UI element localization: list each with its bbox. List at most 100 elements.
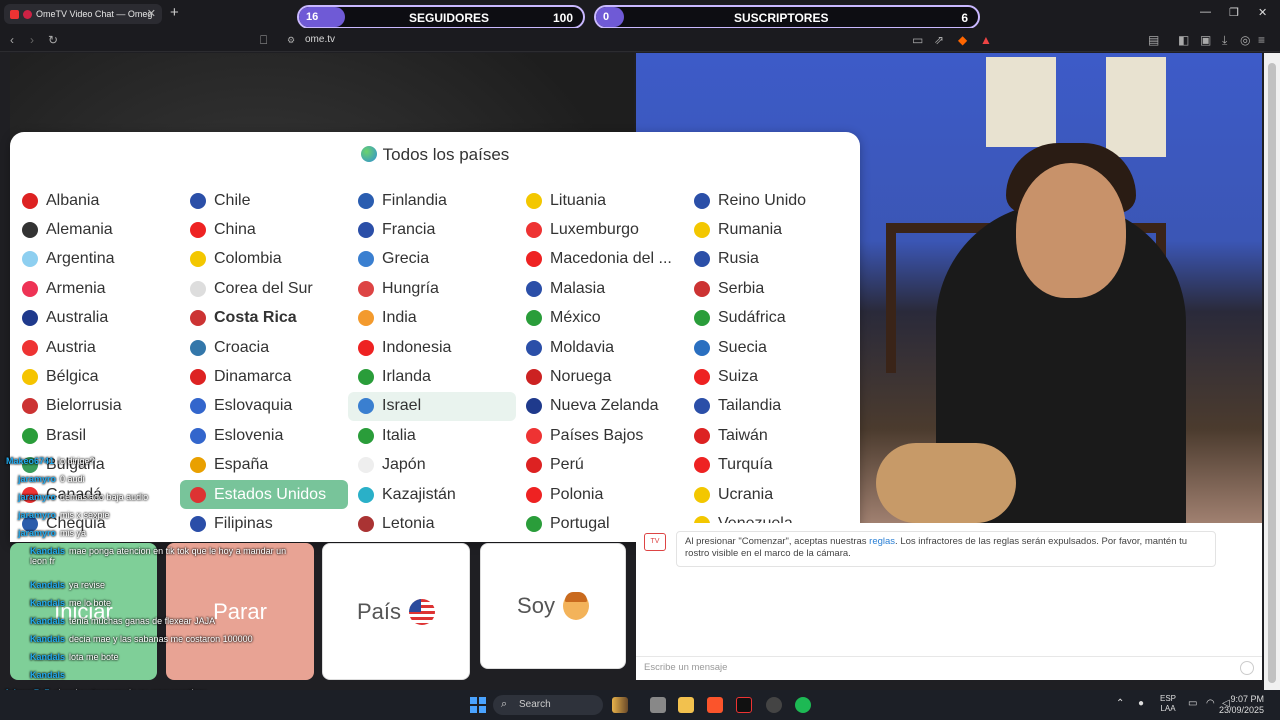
brave-shield-icon[interactable]: ◆ (958, 33, 967, 47)
reload-icon[interactable]: ↻ (48, 33, 58, 47)
country-option[interactable]: Nueva Zelanda (516, 392, 684, 421)
language-indicator[interactable]: ESP LAA (1160, 694, 1176, 714)
country-option[interactable]: Reino Unido (684, 186, 852, 215)
country-option[interactable]: Argentina (12, 245, 180, 274)
country-option[interactable]: Dinamarca (180, 362, 348, 391)
brave-browser-icon[interactable] (707, 697, 723, 713)
country-option[interactable]: Filipinas (180, 509, 348, 538)
country-option[interactable]: China (180, 215, 348, 244)
downloads-icon[interactable]: ⤓ (1222, 33, 1227, 48)
close-tab-icon[interactable]: ✕ (147, 7, 156, 20)
minimize-icon[interactable]: — (1200, 6, 1211, 18)
country-option[interactable]: Costa Rica (180, 304, 348, 333)
country-option[interactable]: Polonia (516, 480, 684, 509)
country-option[interactable]: Croacia (180, 333, 348, 362)
country-option[interactable]: Serbia (684, 274, 852, 303)
rules-link[interactable]: reglas (869, 536, 895, 547)
emoji-icon[interactable] (1240, 661, 1254, 675)
country-option[interactable]: Chile (180, 186, 348, 215)
country-option[interactable]: Indonesia (348, 333, 516, 362)
country-option[interactable]: Países Bajos (516, 421, 684, 450)
rewards-icon[interactable]: ▲ (980, 33, 992, 47)
spotify-icon[interactable] (795, 697, 811, 713)
country-option[interactable]: Francia (348, 215, 516, 244)
all-countries-option[interactable]: Todos los países (10, 145, 860, 165)
tray-chevron-icon[interactable]: ⌃ (1116, 698, 1124, 709)
country-option[interactable]: Suiza (684, 362, 852, 391)
country-option[interactable]: Austria (12, 333, 180, 362)
country-option[interactable]: Tailandia (684, 392, 852, 421)
site-info-icon[interactable]: ⚙ (287, 35, 295, 46)
widget-icon[interactable] (612, 697, 628, 713)
country-option[interactable]: Israel (348, 391, 516, 422)
country-option[interactable]: Irlanda (348, 362, 516, 391)
country-option[interactable]: Brasil (12, 421, 180, 450)
country-option[interactable]: Estados Unidos (180, 479, 348, 510)
country-option[interactable]: Colombia (180, 245, 348, 274)
close-window-icon[interactable]: ✕ (1258, 6, 1267, 19)
country-option[interactable]: Italia (348, 421, 516, 450)
microphone-icon[interactable]: ● (1138, 698, 1144, 709)
split-view-icon[interactable]: ◧ (1178, 33, 1189, 47)
country-option[interactable]: Armenia (12, 274, 180, 303)
country-option[interactable]: Hungría (348, 274, 516, 303)
maximize-icon[interactable]: ❐ (1229, 6, 1239, 19)
country-option[interactable]: Rusia (684, 245, 852, 274)
country-option[interactable]: Eslovenia (180, 421, 348, 450)
taskbar-search[interactable]: ⌕ Search (493, 695, 603, 715)
country-option[interactable]: Taiwán (684, 421, 852, 450)
country-option[interactable]: Ucrania (684, 480, 852, 509)
country-button[interactable]: País (322, 543, 470, 680)
country-option[interactable]: Lituania (516, 186, 684, 215)
scrollbar-thumb[interactable] (1268, 63, 1276, 683)
country-option[interactable]: Sudáfrica (684, 304, 852, 333)
url-text[interactable]: ome.tv (305, 34, 335, 45)
cast-icon[interactable]: ▭ (912, 33, 923, 47)
country-option[interactable]: Suecia (684, 333, 852, 362)
country-option[interactable]: México (516, 304, 684, 333)
country-option[interactable]: India (348, 304, 516, 333)
tiktok-icon[interactable] (736, 697, 752, 713)
country-option[interactable]: Corea del Sur (180, 274, 348, 303)
browser-tab[interactable]: OmeTV Video Chat — Omeg ✕ (4, 4, 162, 24)
country-option[interactable]: Australia (12, 304, 180, 333)
windows-start-icon[interactable] (470, 697, 486, 713)
country-option[interactable]: Rumania (684, 215, 852, 244)
bookmark-icon[interactable]: ⎕ (260, 33, 267, 48)
country-option[interactable]: Letonia (348, 509, 516, 538)
task-view-icon[interactable] (650, 697, 666, 713)
country-option[interactable]: Perú (516, 451, 684, 480)
gender-button[interactable]: Soy (480, 543, 626, 669)
page-scrollbar[interactable] (1264, 53, 1280, 690)
country-option[interactable]: Bélgica (12, 362, 180, 391)
file-explorer-icon[interactable] (678, 697, 694, 713)
country-option[interactable]: Japón (348, 451, 516, 480)
country-option[interactable]: Albania (12, 186, 180, 215)
sidebar-icon[interactable]: ▤ (1148, 33, 1159, 47)
country-option[interactable]: Eslovaquia (180, 392, 348, 421)
back-icon[interactable]: ‹ (10, 33, 14, 47)
obs-icon[interactable] (766, 697, 782, 713)
country-option[interactable]: Turquía (684, 451, 852, 480)
vpn-icon[interactable]: ◎ (1240, 33, 1250, 47)
country-option[interactable]: Kazajistán (348, 480, 516, 509)
country-option[interactable]: Finlandia (348, 186, 516, 215)
country-option[interactable]: Grecia (348, 245, 516, 274)
share-icon[interactable]: ⇗ (934, 33, 944, 47)
message-input[interactable]: Escribe un mensaje (636, 656, 1262, 680)
country-option[interactable]: Malasia (516, 274, 684, 303)
new-tab-icon[interactable]: + (170, 4, 179, 21)
country-option[interactable]: Bielorrusia (12, 392, 180, 421)
country-option[interactable]: Moldavia (516, 333, 684, 362)
wallet-icon[interactable]: ▣ (1200, 33, 1211, 47)
menu-icon[interactable]: ≡ (1258, 33, 1265, 47)
country-option[interactable]: Macedonia del ... (516, 245, 684, 274)
forward-icon[interactable]: › (30, 33, 34, 47)
wifi-icon[interactable]: ◠ (1206, 698, 1215, 709)
display-icon[interactable]: ▭ (1188, 698, 1197, 709)
country-option[interactable]: Luxemburgo (516, 215, 684, 244)
clock[interactable]: 9:07 PM 23/09/2025 (1219, 694, 1264, 716)
country-option[interactable]: Alemania (12, 215, 180, 244)
country-option[interactable]: España (180, 451, 348, 480)
country-option[interactable]: Noruega (516, 362, 684, 391)
